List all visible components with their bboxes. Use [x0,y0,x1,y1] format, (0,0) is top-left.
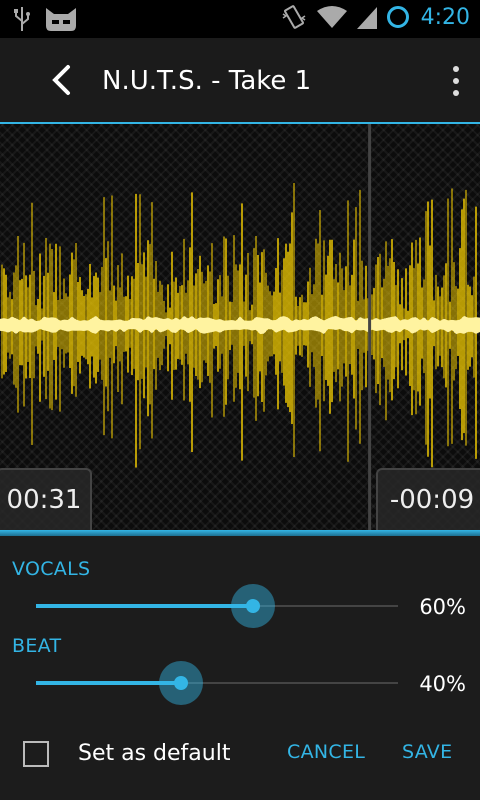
clock: 4:20 [420,4,470,30]
sync-ring-icon [386,6,409,28]
save-button[interactable]: SAVE [402,741,452,763]
vocals-slider[interactable] [36,584,398,628]
playhead[interactable] [368,124,372,530]
vibrate-icon [282,5,306,29]
set-default-label[interactable]: Set as default [78,741,230,766]
status-bar: 4:20 [0,0,480,38]
beat-slider-thumb[interactable] [158,661,203,705]
vocals-slider-thumb[interactable] [231,584,276,628]
elapsed-time: 00:31 [0,468,92,530]
remaining-time: -00:09 [376,468,480,530]
beat-label: BEAT [12,635,62,657]
set-default-checkbox[interactable] [23,741,49,767]
cancel-button[interactable]: CANCEL [287,741,365,763]
vocals-slider-fill [36,604,254,608]
action-bar: N.U.T.S. - Take 1 [0,38,480,122]
wifi-icon [316,6,347,28]
beat-percent: 40% [419,672,466,696]
usb-icon [14,7,30,31]
page-title: N.U.T.S. - Take 1 [102,66,312,96]
cyanogen-mascot-icon [46,8,76,31]
chevron-left-icon[interactable] [48,64,76,96]
waveform-view[interactable]: 00:31 -00:09 [0,124,480,530]
vocals-percent: 60% [419,595,466,619]
overflow-menu-icon[interactable] [450,66,462,96]
vocals-label: VOCALS [12,558,91,580]
signal-icon [356,7,377,29]
beat-slider[interactable] [36,661,398,705]
